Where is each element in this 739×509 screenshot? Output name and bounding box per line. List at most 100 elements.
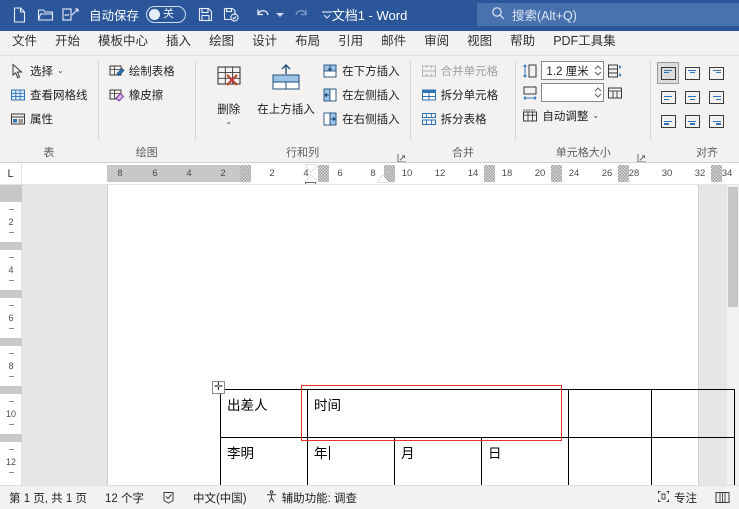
page-number-status[interactable]: 第 1 页, 共 1 页 — [0, 490, 96, 506]
undo-icon[interactable] — [250, 4, 276, 26]
align-middle-center-button[interactable] — [681, 86, 703, 108]
alignment-grid — [657, 62, 727, 132]
align-middle-right-button[interactable] — [705, 86, 727, 108]
tab-design[interactable]: 设计 — [243, 31, 286, 55]
cell-size-dialog-launcher[interactable] — [637, 150, 647, 162]
align-middle-left-button[interactable] — [657, 86, 679, 108]
table-cell-merged[interactable]: 时间 — [307, 389, 569, 438]
eraser-button[interactable]: 橡皮擦 — [105, 84, 179, 106]
merge-cells-button[interactable]: 合并单元格 — [417, 60, 503, 82]
view-gridlines-button[interactable]: 查看网格线 — [6, 84, 92, 106]
search-box[interactable]: 搜索(Alt+Q) — [477, 3, 739, 26]
proofing-icon[interactable] — [153, 491, 184, 504]
autofit-button[interactable]: 自动调整 ⌄ — [522, 105, 603, 127]
column-width-stepper[interactable] — [594, 87, 602, 98]
tab-stop-selector[interactable]: L — [0, 163, 22, 184]
tab-view[interactable]: 视图 — [458, 31, 501, 55]
distribute-columns-icon[interactable] — [607, 85, 623, 101]
align-top-center-button[interactable] — [681, 62, 703, 84]
align-bottom-right-button[interactable] — [705, 110, 727, 132]
touch-write-icon[interactable] — [58, 4, 84, 26]
redo-icon[interactable] — [288, 4, 314, 26]
delete-button[interactable]: 删除 ⌄ — [202, 60, 256, 126]
open-folder-icon[interactable] — [32, 4, 58, 26]
table-cell[interactable] — [651, 437, 735, 485]
right-indent-marker[interactable] — [377, 175, 389, 182]
tab-references[interactable]: 引用 — [329, 31, 372, 55]
table-cell-active[interactable]: 年 — [307, 437, 395, 485]
tab-mailings[interactable]: 邮件 — [372, 31, 415, 55]
customize-quick-access-icon[interactable] — [314, 4, 340, 26]
ruler-number: 32 — [694, 168, 706, 179]
delete-table-icon — [211, 62, 247, 100]
tab-pdf-tools[interactable]: PDF工具集 — [544, 31, 625, 55]
table-cell[interactable]: 日 — [481, 437, 569, 485]
document-table[interactable]: 出差人 时间 李明 年 月 日 周艳 — [220, 389, 735, 485]
tab-stop-marker[interactable] — [711, 165, 722, 182]
tab-insert[interactable]: 插入 — [157, 31, 200, 55]
vertical-ruler[interactable]: 2 4 6 8 10 12 — [0, 185, 22, 485]
draw-table-button[interactable]: 绘制表格 — [105, 60, 179, 82]
insert-below-button[interactable]: 在下方插入 — [318, 60, 404, 82]
group-label-cell-size: 单元格大小 — [555, 147, 611, 159]
column-width-input[interactable] — [541, 83, 605, 102]
tab-layout[interactable]: 布局 — [286, 31, 329, 55]
split-table-button[interactable]: 拆分表格 — [417, 108, 503, 130]
tab-review[interactable]: 审阅 — [415, 31, 458, 55]
table-cell[interactable] — [651, 389, 735, 438]
row-height-input[interactable]: 1.2 厘米 — [541, 61, 605, 80]
horizontal-ruler[interactable]: L 8 6 4 2 2 4 6 8 10 12 14 18 20 24 26 2… — [0, 163, 739, 185]
read-mode-icon[interactable] — [706, 491, 739, 504]
align-bottom-left-button[interactable] — [657, 110, 679, 132]
hanging-indent-marker[interactable] — [305, 175, 317, 182]
tab-help[interactable]: 帮助 — [501, 31, 544, 55]
save-icon[interactable] — [192, 4, 218, 26]
undo-dropdown[interactable] — [276, 12, 288, 17]
ruler-number: 2 — [220, 168, 226, 179]
table-row[interactable]: 出差人 时间 — [220, 389, 735, 438]
language-status[interactable]: 中文(中国) — [184, 490, 256, 506]
table-move-handle-icon[interactable]: ✛ — [212, 381, 225, 394]
scrollbar-thumb[interactable] — [728, 187, 738, 307]
chevron-down-icon[interactable]: ⌄ — [592, 112, 599, 120]
chevron-down-icon[interactable]: ⌄ — [225, 118, 232, 126]
tab-draw[interactable]: 绘图 — [200, 31, 243, 55]
autosave-toggle[interactable]: 关 — [146, 6, 187, 23]
tab-stop-marker[interactable] — [618, 165, 629, 182]
accessibility-status[interactable]: 辅助功能: 调查 — [256, 489, 366, 506]
tab-stop-marker[interactable] — [318, 165, 329, 182]
rows-columns-dialog-launcher[interactable] — [397, 150, 407, 162]
tab-stop-marker[interactable] — [551, 165, 562, 182]
save-check-icon[interactable] — [218, 4, 244, 26]
text-caret — [328, 446, 330, 460]
chevron-down-icon[interactable]: ⌄ — [57, 67, 64, 75]
table-row[interactable]: 李明 年 月 日 — [220, 437, 735, 485]
split-cells-button[interactable]: 拆分单元格 — [417, 84, 503, 106]
ruler-number: 34 — [721, 168, 733, 179]
first-line-indent-marker[interactable] — [305, 165, 317, 172]
align-top-left-button[interactable] — [657, 62, 680, 84]
tab-stop-marker[interactable] — [484, 165, 495, 182]
table-cell[interactable] — [568, 389, 652, 438]
tab-file[interactable]: 文件 — [0, 31, 46, 55]
focus-icon — [657, 490, 670, 506]
distribute-rows-icon[interactable] — [607, 63, 623, 79]
insert-right-button[interactable]: 在右侧插入 — [318, 108, 404, 130]
table-cell[interactable]: 出差人 — [220, 389, 308, 438]
row-height-stepper[interactable] — [594, 65, 602, 76]
align-bottom-center-button[interactable] — [681, 110, 703, 132]
word-count-status[interactable]: 12 个字 — [96, 490, 153, 506]
table-properties-button[interactable]: 属性 — [6, 108, 92, 130]
table-cell[interactable]: 李明 — [220, 437, 308, 485]
tab-stop-marker[interactable] — [240, 165, 251, 182]
tab-home[interactable]: 开始 — [46, 31, 89, 55]
insert-above-button[interactable]: 在上方插入 — [256, 60, 316, 117]
table-cell[interactable]: 月 — [394, 437, 482, 485]
insert-left-button[interactable]: 在左侧插入 — [318, 84, 404, 106]
select-button[interactable]: 选择 ⌄ — [6, 60, 92, 82]
new-document-icon[interactable] — [6, 4, 32, 26]
tab-template-center[interactable]: 模板中心 — [89, 31, 157, 55]
focus-mode-button[interactable]: 专注 — [648, 490, 706, 506]
align-top-right-button[interactable] — [705, 62, 727, 84]
table-cell[interactable] — [568, 437, 652, 485]
